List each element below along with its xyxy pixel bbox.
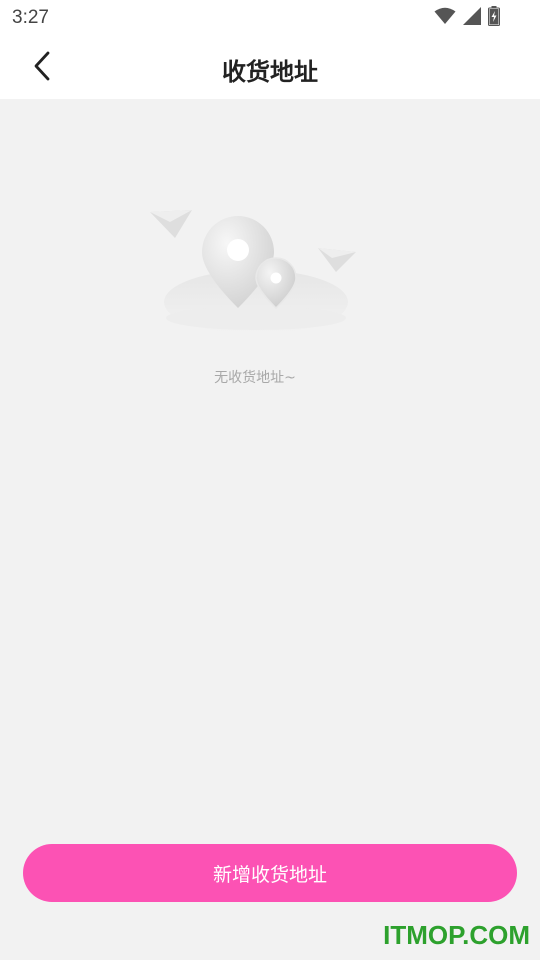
battery-charging-icon <box>488 6 500 30</box>
nav-bar: 收货地址 <box>0 36 540 99</box>
empty-message: 无收货地址~ <box>214 370 296 386</box>
add-address-button[interactable]: 新增收货地址 <box>23 844 517 902</box>
watermark: ITMOP.COM <box>383 920 530 950</box>
page-title: 收货地址 <box>222 58 318 86</box>
status-time: 3:27 <box>12 7 49 28</box>
status-bar: 3:27 <box>0 0 540 36</box>
empty-state: 无收货地址~ <box>140 200 370 400</box>
location-pin-illustration <box>150 210 356 334</box>
status-icons <box>434 6 500 30</box>
signal-icon <box>462 7 482 29</box>
wifi-icon <box>434 7 456 29</box>
